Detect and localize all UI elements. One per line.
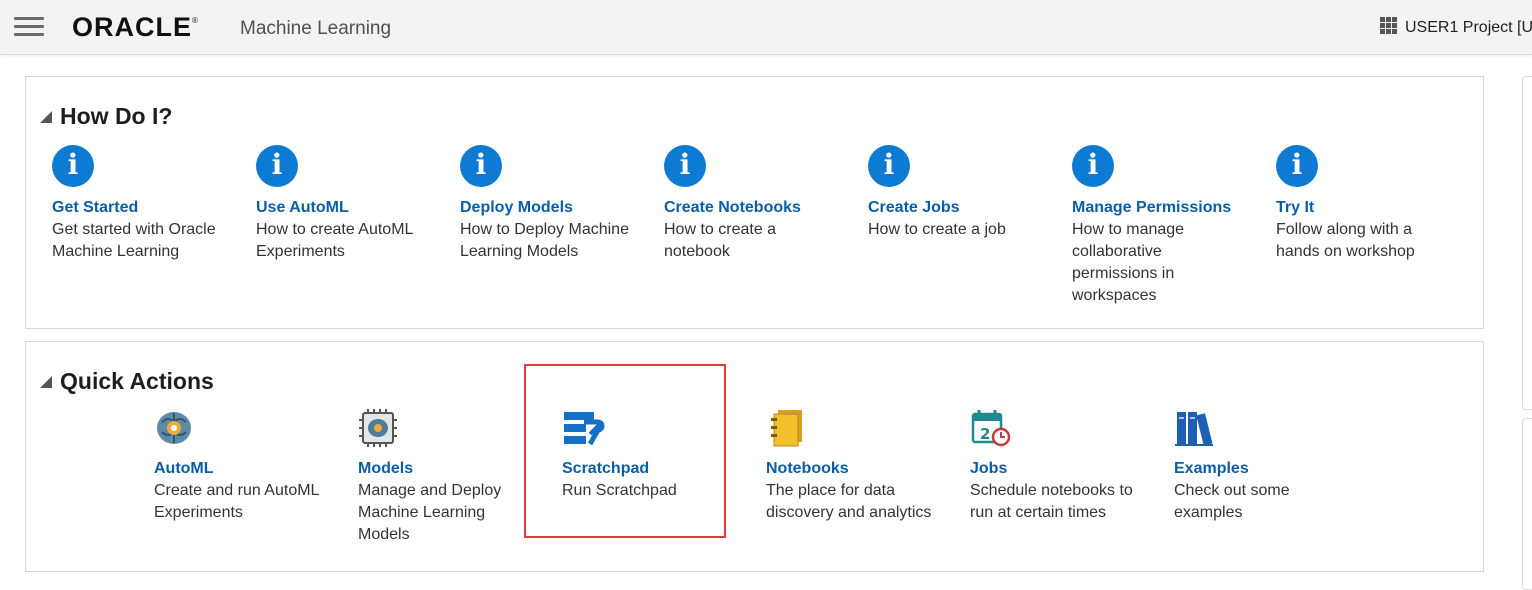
how-card-create-notebooks: i Create Notebooks How to create a noteb…	[664, 145, 854, 263]
panel-title: How Do I?	[60, 103, 173, 129]
quick-card-automl: AutoML Create and run AutoML Experiments	[154, 408, 344, 524]
project-label: USER1 Project [U	[1405, 19, 1532, 36]
card-title[interactable]: Models	[358, 458, 548, 480]
oracle-logo[interactable]: ORACLE®	[72, 12, 199, 43]
card-title[interactable]: Jobs	[970, 458, 1160, 480]
card-desc: Check out some examples	[1174, 482, 1290, 521]
card-desc: How to manage collaborative permissions …	[1072, 221, 1185, 304]
info-icon[interactable]: i	[52, 145, 94, 187]
how-card-try-it: i Try It Follow along with a hands on wo…	[1276, 145, 1466, 263]
card-title[interactable]: Create Notebooks	[664, 197, 854, 219]
highlight-box	[524, 364, 726, 538]
card-title[interactable]: Use AutoML	[256, 197, 446, 219]
quick-card-notebooks: Notebooks The place for data discovery a…	[766, 408, 956, 524]
quick-card-jobs: 2 Jobs Schedule notebooks to run at cert…	[970, 408, 1160, 524]
notebooks-icon[interactable]	[766, 408, 806, 448]
card-title[interactable]: Deploy Models	[460, 197, 650, 219]
card-title[interactable]: AutoML	[154, 458, 344, 480]
grid-icon	[1380, 17, 1397, 34]
card-desc: Follow along with a hands on workshop	[1276, 221, 1415, 260]
card-desc: Create and run AutoML Experiments	[154, 482, 319, 521]
models-chip-icon[interactable]	[358, 408, 398, 448]
svg-text:2: 2	[980, 425, 990, 443]
info-icon[interactable]: i	[1276, 145, 1318, 187]
info-icon[interactable]: i	[256, 145, 298, 187]
info-icon[interactable]: i	[868, 145, 910, 187]
card-desc: How to create a notebook	[664, 221, 777, 260]
card-desc: How to create AutoML Experiments	[256, 221, 413, 260]
how-do-i-header[interactable]: How Do I?	[40, 103, 172, 130]
collapse-triangle-icon	[40, 110, 52, 123]
how-do-i-panel: How Do I? i Get Started Get started with…	[25, 76, 1484, 329]
how-card-use-automl: i Use AutoML How to create AutoML Experi…	[256, 145, 446, 263]
quick-actions-panel: Quick Actions AutoML Create and run Auto…	[25, 341, 1484, 572]
card-title[interactable]: Get Started	[52, 197, 242, 219]
info-icon[interactable]: i	[1072, 145, 1114, 187]
card-desc: How to Deploy Machine Learning Models	[460, 221, 629, 260]
card-title[interactable]: Try It	[1276, 197, 1466, 219]
project-selector[interactable]: USER1 Project [U	[1380, 17, 1532, 37]
how-card-get-started: i Get Started Get started with Oracle Ma…	[52, 145, 242, 263]
card-title[interactable]: Examples	[1174, 458, 1364, 480]
panel-title: Quick Actions	[60, 368, 214, 394]
card-desc: The place for data discovery and analyti…	[766, 482, 932, 521]
quick-card-models: Models Manage and Deploy Machine Learnin…	[358, 408, 548, 546]
card-desc: How to create a job	[868, 221, 1006, 238]
quick-actions-header[interactable]: Quick Actions	[40, 368, 214, 395]
card-desc: Get started with Oracle Machine Learning	[52, 221, 216, 260]
card-title[interactable]: Manage Permissions	[1072, 197, 1262, 219]
collapse-triangle-icon	[40, 375, 52, 388]
quick-card-examples: Examples Check out some examples	[1174, 408, 1364, 524]
info-icon[interactable]: i	[664, 145, 706, 187]
card-title[interactable]: Notebooks	[766, 458, 956, 480]
card-title[interactable]: Create Jobs	[868, 197, 1058, 219]
card-desc: Schedule notebooks to run at certain tim…	[970, 482, 1133, 521]
how-card-create-jobs: i Create Jobs How to create a job	[868, 145, 1058, 241]
how-card-manage-permissions: i Manage Permissions How to manage colla…	[1072, 145, 1262, 307]
card-desc: Manage and Deploy Machine Learning Model…	[358, 482, 502, 543]
automl-brain-icon[interactable]	[154, 408, 194, 448]
info-icon[interactable]: i	[460, 145, 502, 187]
top-header: ORACLE® Machine Learning USER1 Project […	[0, 0, 1532, 55]
examples-books-icon[interactable]	[1174, 408, 1216, 448]
how-card-deploy-models: i Deploy Models How to Deploy Machine Le…	[460, 145, 650, 263]
product-name: Machine Learning	[240, 18, 392, 39]
side-panel-edge	[1522, 418, 1532, 590]
hamburger-menu-icon[interactable]	[14, 17, 44, 37]
side-panel-edge	[1522, 76, 1532, 410]
jobs-calendar-icon[interactable]: 2	[970, 408, 1012, 448]
